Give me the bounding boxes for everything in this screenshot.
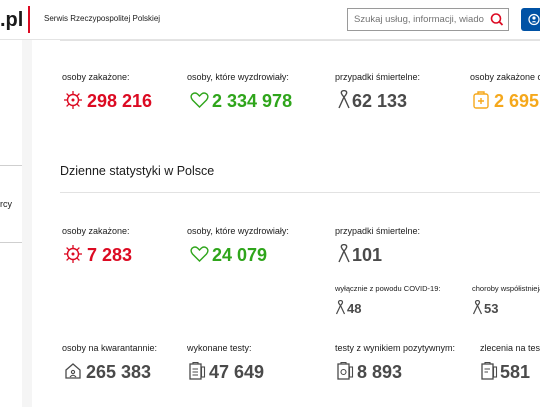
search-input[interactable]: Szukaj usług, informacji, wiadomości <box>354 14 484 25</box>
daily-recovered-label: osoby, które wyzdrowiały: <box>187 226 289 236</box>
daily-recovered-value: 24 079 <box>212 245 268 265</box>
comorbid-value: 53 <box>484 301 499 316</box>
heart-icon <box>190 246 209 262</box>
total-deaths-label: przypadki śmiertelne: <box>335 72 421 82</box>
medkit-icon <box>473 91 489 109</box>
side-menu-item[interactable]: rcy <box>0 199 12 209</box>
logo-divider <box>28 6 30 33</box>
total-recovered-label: osoby, które wyzdrowiały: <box>187 72 289 82</box>
ribbon-icon <box>338 244 350 263</box>
daily-deaths-value: 101 <box>352 245 383 265</box>
total-deaths-value: 62 133 <box>352 91 408 111</box>
ribbon-icon <box>472 300 483 315</box>
total-infected2-label: osoby zakażone o <box>470 72 540 82</box>
orders-value: 581 <box>500 362 531 382</box>
search-icon <box>490 13 504 26</box>
quarantine-value: 265 383 <box>86 362 152 382</box>
gov-logo[interactable]: .pl <box>0 9 23 32</box>
side-menu-divider <box>0 165 22 166</box>
ribbon-icon <box>338 90 350 109</box>
test-order-icon <box>481 361 498 380</box>
covid-only-label: wyłącznie z powodu COVID-19: <box>335 284 441 293</box>
daily-deaths-label: przypadki śmiertelne: <box>335 226 421 236</box>
total-infected-value: 298 216 <box>87 91 153 111</box>
daily-infected-value: 7 283 <box>87 245 133 265</box>
card-divider <box>60 40 540 41</box>
positive-label: testy z wynikiem pozytywnym: <box>335 343 456 353</box>
comorbid-label: choroby współistniejąc <box>472 284 540 293</box>
positive-test-icon <box>337 361 354 380</box>
search-button[interactable] <box>486 9 508 30</box>
user-icon <box>528 13 540 26</box>
virus-icon <box>64 245 82 263</box>
side-menu: rcy <box>0 40 22 407</box>
service-name: Serwis Rzeczypospolitej Polskiej <box>44 14 161 23</box>
search-box[interactable]: Szukaj usług, informacji, wiadomości <box>347 8 509 31</box>
covid-only-value: 48 <box>347 301 362 316</box>
home-quarantine-icon <box>65 363 81 379</box>
total-infected2-value: 2 695 <box>494 91 540 111</box>
ribbon-icon <box>335 300 346 315</box>
card-divider <box>60 192 540 193</box>
side-menu-divider <box>0 242 22 243</box>
positive-value: 8 893 <box>357 362 403 382</box>
daily-infected-label: osoby zakażone: <box>62 226 130 236</box>
heart-icon <box>190 92 209 108</box>
total-recovered-value: 2 334 978 <box>212 91 293 111</box>
tests-value: 47 649 <box>209 362 265 382</box>
virus-icon <box>64 91 82 109</box>
quarantine-label: osoby na kwarantannie: <box>62 343 158 353</box>
login-button[interactable] <box>521 8 540 31</box>
top-header: .pl Serwis Rzeczypospolitej Polskiej Szu… <box>0 0 540 40</box>
orders-label: zlecenia na test <box>480 343 540 353</box>
clipboard-icon <box>189 361 206 380</box>
tests-label: wykonane testy: <box>187 343 252 353</box>
daily-stats-title: Dzienne statystyki w Polsce <box>60 164 215 178</box>
total-infected-label: osoby zakażone: <box>62 72 130 82</box>
